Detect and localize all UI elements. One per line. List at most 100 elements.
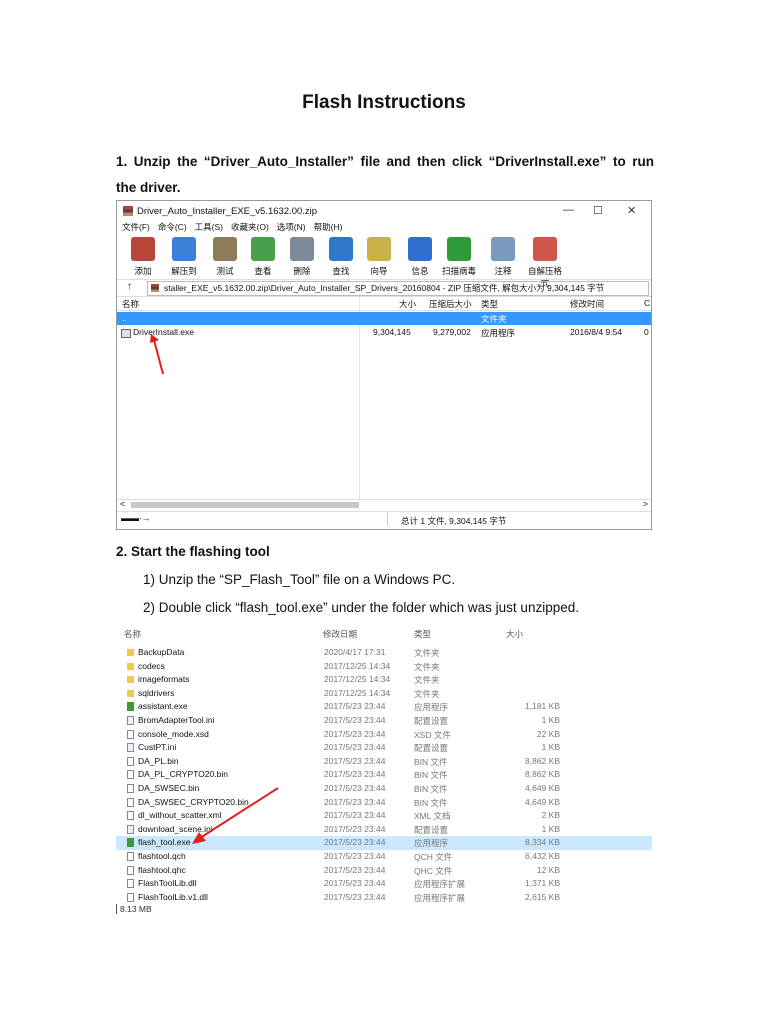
column-packed-size[interactable]: 压缩后大小	[429, 298, 472, 310]
file-type: 配置设置	[414, 716, 449, 726]
menu-item[interactable]: 文件(F)	[122, 222, 150, 232]
toolbar-button[interactable]: 向导	[359, 237, 399, 277]
file-date: 2017/12/25 14:34	[324, 687, 391, 698]
toolbar-button[interactable]: 扫描病毒	[439, 237, 479, 277]
toolbar-button-label: 添加	[134, 266, 152, 276]
toolbar-button-label: 向导	[370, 266, 388, 276]
file-date: 2017/5/23 23:44	[324, 728, 386, 739]
file-modified: 2016/8/4 9:54	[570, 327, 622, 337]
toolbar-button[interactable]: 添加	[123, 237, 163, 277]
file-name: ..	[122, 313, 127, 323]
file-name: assistant.exe	[138, 701, 188, 712]
column-name[interactable]: 名称	[122, 298, 139, 310]
file-row[interactable]: DA_PL_CRYPTO20.bin 2017/5/23 23:44 BIN 文件 8…	[116, 768, 652, 782]
column-type[interactable]: 类型	[481, 298, 498, 310]
scroll-left-icon[interactable]: <	[120, 499, 125, 509]
file-row[interactable]: flashtool.qhc 2017/5/23 23:44 QHC 文件 12 KB	[116, 864, 652, 878]
exe-icon	[127, 702, 134, 712]
file-date: 2017/12/25 14:34	[324, 674, 391, 685]
file-row[interactable]: imageformats 2017/12/25 14:34 文件夹	[116, 673, 652, 687]
file-row[interactable]: assistant.exe 2017/5/23 23:44 应用程序 1,181 KB	[116, 700, 652, 714]
file-size: 1 KB	[541, 742, 560, 753]
file-icon	[127, 729, 134, 739]
column-size[interactable]: 大小	[399, 298, 416, 310]
file-row[interactable]: sqldrivers 2017/12/25 14:34 文件夹	[116, 687, 652, 701]
file-date: 2017/5/23 23:44	[324, 701, 386, 712]
file-row[interactable]: FlashToolLib.v1.dll 2017/5/23 23:44 应用程序扩展…	[116, 891, 652, 905]
address-path-box[interactable]: staller_EXE_v5.1632.00.zip\Driver_Auto_I…	[147, 281, 649, 296]
toolbar-button[interactable]: 注释	[483, 237, 523, 277]
file-size: 12 KB	[536, 864, 560, 875]
toolbar-button-label: 测试	[216, 266, 234, 276]
file-name: codecs	[138, 660, 165, 671]
step2-substep2: 2) Double click “flash_tool.exe” under t…	[143, 600, 579, 615]
column-modified[interactable]: 修改时间	[570, 298, 604, 310]
folder-icon	[127, 662, 134, 670]
file-row[interactable]: DA_PL.bin 2017/5/23 23:44 BIN 文件 8,862 KB	[116, 755, 652, 769]
address-path: staller_EXE_v5.1632.00.zip\Driver_Auto_I…	[164, 283, 605, 293]
file-row[interactable]: CustPT.ini 2017/5/23 23:44 配置设置 1 KB	[116, 741, 652, 755]
file-size: 1 KB	[541, 823, 560, 834]
file-row[interactable]: console_mode.xsd 2017/5/23 23:44 XSD 文件 22 …	[116, 728, 652, 742]
file-row[interactable]: BackupData 2020/4/17 17:31 文件夹	[116, 646, 652, 660]
winrar-window-title: Driver_Auto_Installer_EXE_v5.1632.00.zip	[137, 206, 318, 217]
close-button[interactable]: ✕	[627, 204, 636, 217]
toolbar-button[interactable]: 删除	[282, 237, 322, 277]
extract-folder-icon	[172, 237, 196, 261]
file-size: 4,649 KB	[525, 783, 560, 793]
up-arrow-icon[interactable]: ↑	[127, 281, 132, 292]
column-modified[interactable]: 修改日期	[323, 628, 357, 640]
file-size: 4,649 KB	[525, 796, 560, 807]
file-row[interactable]: codecs 2017/12/25 14:34 文件夹	[116, 660, 652, 674]
file-icon	[127, 811, 134, 821]
toolbar-button-label: 解压到	[171, 266, 197, 276]
file-icon	[127, 756, 134, 766]
file-name: CustPT.ini	[138, 742, 177, 753]
folder-icon	[127, 676, 134, 684]
maximize-button[interactable]: ☐	[593, 204, 603, 217]
toolbar-button-label: 查找	[332, 266, 350, 276]
column-crc[interactable]: C	[644, 298, 650, 308]
file-date: 2017/5/23 23:44	[324, 878, 386, 889]
drive-icon[interactable]: ▬▬∙→	[121, 513, 151, 523]
file-row-driverinstall[interactable]: DriverInstall.exe 9,304,145 9,279,002 应用…	[117, 326, 651, 339]
toolbar-button-label: 信息	[411, 266, 429, 276]
folder-icon	[127, 649, 134, 656]
comment-icon	[491, 237, 515, 261]
file-row[interactable]: FlashToolLib.dll 2017/5/23 23:44 应用程序扩展 1,3…	[116, 877, 652, 891]
file-date: 2017/5/23 23:44	[324, 837, 386, 848]
step2-substep1: 1) Unzip the “SP_Flash_Tool” file on a W…	[143, 572, 456, 587]
scroll-thumb[interactable]	[131, 502, 359, 508]
file-date: 2017/5/23 23:44	[324, 823, 386, 834]
menu-item[interactable]: 帮助(H)	[314, 222, 343, 232]
status-text: 总计 1 文件, 9,304,145 字节	[401, 516, 507, 526]
menu-item[interactable]: 选项(N)	[277, 222, 306, 232]
menu-item[interactable]: 命令(C)	[158, 222, 187, 232]
menu-item[interactable]: 收藏夹(O)	[231, 222, 269, 232]
file-row-parent[interactable]: .. 文件夹	[117, 312, 651, 325]
file-row[interactable]: BromAdapterTool.ini 2017/5/23 23:44 配置设置 1 …	[116, 714, 652, 728]
file-type: XML 文档	[414, 811, 451, 822]
file-name: console_mode.xsd	[138, 728, 209, 739]
toolbar-button[interactable]: 查看	[243, 237, 283, 277]
file-date: 2017/5/23 23:44	[324, 715, 386, 725]
document-title: Flash Instructions	[302, 92, 466, 113]
exe-icon	[127, 838, 134, 848]
file-type: XSD 文件	[414, 729, 451, 740]
toolbar-button[interactable]: 测试	[205, 237, 245, 277]
file-icon	[127, 865, 134, 875]
column-size[interactable]: 大小	[506, 628, 523, 640]
archive-icon	[151, 284, 159, 292]
file-size: 8,862 KB	[525, 755, 560, 766]
column-name[interactable]: 名称	[124, 628, 141, 640]
toolbar-button[interactable]: 查找	[321, 237, 361, 277]
toolbar-button[interactable]: 信息	[400, 237, 440, 277]
scroll-right-icon[interactable]: >	[643, 499, 648, 509]
file-row[interactable]: flashtool.qch 2017/5/23 23:44 QCH 文件 6,432 …	[116, 850, 652, 864]
minimize-button[interactable]: —	[563, 204, 574, 216]
toolbar-button[interactable]: 解压到	[164, 237, 204, 277]
menu-item[interactable]: 工具(S)	[195, 222, 223, 232]
column-type[interactable]: 类型	[414, 628, 431, 640]
file-type: BIN 文件	[414, 797, 448, 808]
file-size: 1,371 KB	[525, 878, 560, 889]
